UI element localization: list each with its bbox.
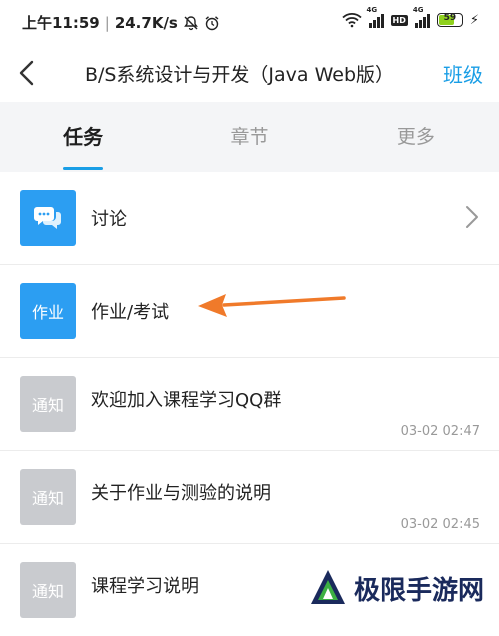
signal-1-label: 4G (366, 6, 378, 14)
nav-bar: B/S系统设计与开发（Java Web版） 班级 (0, 44, 499, 102)
list-item-discussion[interactable]: 讨论 (0, 172, 499, 265)
tab-more[interactable]: 更多 (333, 102, 499, 172)
chat-bubbles-icon (20, 190, 76, 246)
list-item-time: 03-02 02:47 (400, 424, 480, 439)
watermark-text: 极限手游网 (354, 575, 485, 606)
notice-icon: 通知 (20, 469, 76, 525)
watermark-logo-icon (311, 570, 345, 604)
hd-badge: HD (390, 14, 408, 26)
battery-icon: 59 (436, 13, 463, 27)
list-item-label: 讨论 (91, 209, 127, 230)
signal-2-label: 4G (412, 6, 424, 14)
list-item-label: 欢迎加入课程学习QQ群 (91, 390, 282, 411)
list-item-label: 课程学习说明 (91, 576, 199, 597)
class-button[interactable]: 班级 (443, 59, 483, 88)
tab-active-indicator (63, 167, 104, 170)
battery-level: 59 (443, 13, 457, 23)
charging-icon: ⚡ (469, 12, 479, 28)
task-list: 讨论 作业 作业/考试 通知 欢迎加入课程学习QQ群 03-02 02:47 通… (0, 172, 499, 636)
list-item-notice[interactable]: 通知 欢迎加入课程学习QQ群 03-02 02:47 (0, 358, 499, 451)
signal-2-icon: 4G (413, 6, 430, 28)
notice-icon: 通知 (20, 376, 76, 432)
status-left: 上午11:59 | 24.7K/s (22, 12, 220, 33)
wifi-icon (341, 13, 362, 28)
list-item-label: 关于作业与测验的说明 (91, 483, 271, 504)
signal-1-icon: 4G (367, 6, 384, 28)
tab-bar: 任务 章节 更多 (0, 102, 499, 172)
status-time: 上午11:59 (22, 14, 100, 32)
tab-tasks-label: 任务 (63, 125, 104, 149)
back-icon[interactable] (16, 59, 40, 87)
notice-icon: 通知 (20, 562, 76, 618)
list-item-notice[interactable]: 通知 关于作业与测验的说明 03-02 02:45 (0, 451, 499, 544)
tab-tasks[interactable]: 任务 (0, 102, 166, 172)
homework-icon: 作业 (20, 283, 76, 339)
watermark: 极限手游网 (308, 568, 484, 608)
list-item-label: 作业/考试 (91, 302, 170, 323)
status-bar: 上午11:59 | 24.7K/s 4G HD 4G 59 ⚡ (0, 0, 499, 44)
chevron-right-icon (466, 206, 478, 228)
tab-chapters[interactable]: 章节 (166, 102, 332, 172)
network-speed: 24.7K/s (114, 13, 178, 32)
status-right: 4G HD 4G 59 ⚡ (341, 6, 479, 28)
tab-more-label: 更多 (396, 126, 435, 148)
bell-muted-icon (183, 15, 198, 30)
arrow-annotation-icon (198, 294, 346, 317)
list-item-time: 03-02 02:45 (400, 517, 480, 532)
alarm-clock-icon (205, 15, 219, 30)
status-separator: | (104, 13, 110, 32)
tab-chapters-label: 章节 (230, 126, 269, 148)
page-title: B/S系统设计与开发（Java Web版） (84, 64, 395, 86)
